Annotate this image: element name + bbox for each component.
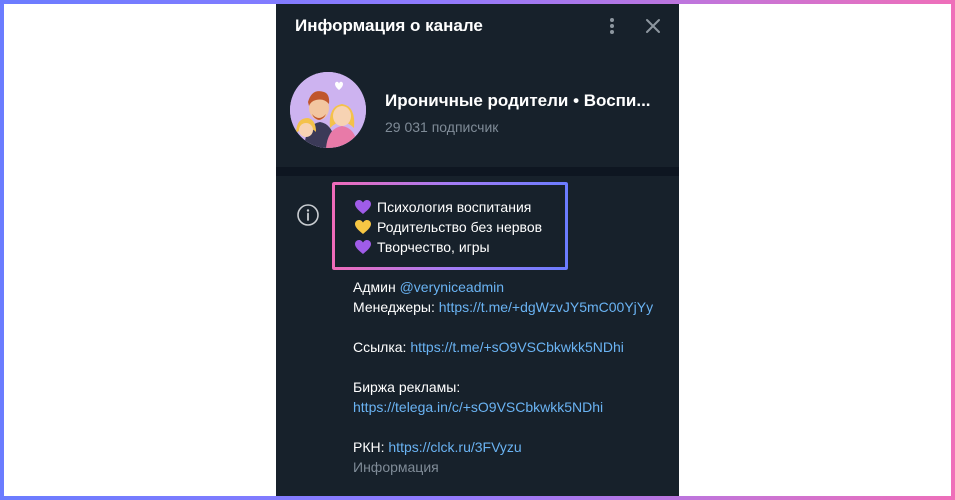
- close-icon[interactable]: [642, 15, 664, 37]
- ads-label-row: Биржа рекламы:: [353, 377, 673, 397]
- channel-name: Ироничные родители • Воспи...: [385, 91, 651, 110]
- description-line: Творчество, игры: [354, 237, 542, 257]
- ads-link-row: https://telega.in/c/+sO9VSCbkwkk5NDhi: [353, 397, 673, 417]
- kebab-menu-icon[interactable]: [604, 14, 620, 38]
- managers-row: Менеджеры: https://t.me/+dgWzvJY5mC00YjY…: [353, 297, 673, 317]
- channel-profile: Ироничные родители • Воспи... 29 031 под…: [276, 66, 679, 164]
- invite-link[interactable]: https://t.me/+sO9VSCbkwkk5NDhi: [410, 339, 624, 355]
- link-row: Ссылка: https://t.me/+sO9VSCbkwkk5NDhi: [353, 337, 673, 357]
- description-text: Творчество, игры: [377, 239, 490, 255]
- description-text: Родительство без нервов: [377, 219, 543, 235]
- ads-exchange-link[interactable]: https://telega.in/c/+sO9VSCbkwkk5NDhi: [353, 399, 603, 415]
- info-icon: [296, 203, 320, 227]
- link-label: Ссылка:: [353, 339, 407, 355]
- admin-handle-link[interactable]: @veryniceadmin: [400, 279, 504, 295]
- channel-description: Психология воспитания Родительство без н…: [354, 197, 542, 257]
- managers-link[interactable]: https://t.me/+dgWzvJY5mC00YjYy: [439, 299, 653, 315]
- admin-label: Админ: [353, 279, 396, 295]
- description-text: Психология воспитания: [377, 199, 532, 215]
- rkn-label: РКН:: [353, 439, 385, 455]
- section-divider: [276, 167, 679, 176]
- info-caption: Информация: [353, 459, 439, 475]
- channel-info-panel: Информация о канале Ироничные родители •…: [276, 4, 679, 496]
- purple-heart-icon: [354, 199, 372, 215]
- admin-row: Админ @veryniceadmin: [353, 277, 673, 297]
- purple-heart-icon: [354, 239, 372, 255]
- channel-details: Админ @veryniceadmin Менеджеры: https://…: [353, 277, 673, 477]
- rkn-row: РКН: https://clck.ru/3FVyzu: [353, 437, 673, 457]
- subscriber-count: 29 031 подписчик: [385, 119, 499, 135]
- description-line: Родительство без нервов: [354, 217, 542, 237]
- rkn-link[interactable]: https://clck.ru/3FVyzu: [388, 439, 521, 455]
- ads-label: Биржа рекламы:: [353, 379, 461, 395]
- yellow-heart-icon: [354, 219, 372, 235]
- channel-avatar[interactable]: [290, 72, 366, 148]
- panel-header: Информация о канале: [276, 4, 679, 50]
- panel-title: Информация о канале: [295, 16, 483, 35]
- description-line: Психология воспитания: [354, 197, 542, 217]
- managers-label: Менеджеры:: [353, 299, 435, 315]
